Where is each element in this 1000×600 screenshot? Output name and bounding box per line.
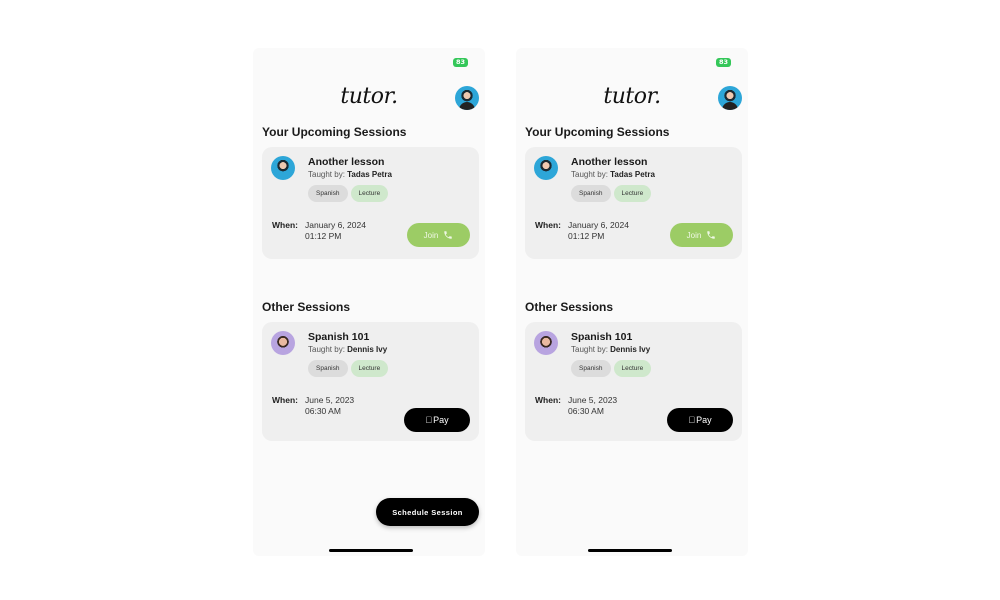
session-title: Another lesson <box>571 156 648 168</box>
other-session-card[interactable]: Spanish 101 Taught by: Dennis Ivy Spanis… <box>262 322 479 441</box>
apple-pay-button[interactable]:  Pay <box>404 408 470 432</box>
taught-by: Taught by: Dennis Ivy <box>308 345 387 354</box>
profile-avatar[interactable] <box>718 86 742 110</box>
join-label: Join <box>423 230 439 240</box>
session-date: June 5, 2023 <box>568 395 618 405</box>
teacher-avatar <box>271 156 295 180</box>
session-time: 06:30 AM <box>568 406 604 416</box>
session-title: Spanish 101 <box>308 331 370 343</box>
session-time: 01:12 PM <box>568 231 605 241</box>
teacher-name: Dennis Ivy <box>610 345 651 354</box>
teacher-avatar <box>271 331 295 355</box>
teacher-name: Tadas Petra <box>610 170 655 179</box>
pay-label: Pay <box>692 415 712 425</box>
taught-by: Taught by: Tadas Petra <box>308 170 392 179</box>
phone-screen-left: 83 tutor. Your Upcoming Sessions Another… <box>253 48 485 556</box>
taught-by: Taught by: Dennis Ivy <box>571 345 650 354</box>
other-sessions-title: Other Sessions <box>525 300 614 314</box>
session-datetime: June 5, 2023 06:30 AM <box>568 395 617 417</box>
session-date: January 6, 2024 <box>568 220 629 230</box>
tag-lecture: Lecture <box>350 185 389 202</box>
apple-pay-button[interactable]:  Pay <box>667 408 733 432</box>
other-session-card[interactable]: Spanish 101 Taught by: Dennis Ivy Spanis… <box>525 322 742 441</box>
tag-list: Spanish Lecture <box>308 185 389 202</box>
session-title: Spanish 101 <box>571 331 633 343</box>
upcoming-session-card[interactable]: Another lesson Taught by: Tadas Petra Sp… <box>525 147 742 259</box>
session-title: Another lesson <box>308 156 385 168</box>
tag-spanish: Spanish <box>571 360 611 377</box>
profile-avatar[interactable] <box>455 86 479 110</box>
phone-icon <box>444 231 453 239</box>
when-label: When: <box>535 395 561 405</box>
tag-lecture: Lecture <box>613 185 652 202</box>
teacher-name: Tadas Petra <box>347 170 392 179</box>
tag-list: Spanish Lecture <box>571 360 652 377</box>
session-datetime: January 6, 2024 01:12 PM <box>568 220 629 242</box>
tag-list: Spanish Lecture <box>308 360 389 377</box>
app-logo: tutor. <box>603 84 661 109</box>
join-button[interactable]: Join <box>407 223 470 247</box>
join-button[interactable]: Join <box>670 223 733 247</box>
session-datetime: January 6, 2024 01:12 PM <box>305 220 366 242</box>
apple-icon:  <box>425 415 432 425</box>
apple-icon:  <box>688 415 695 425</box>
tag-lecture: Lecture <box>350 360 389 377</box>
tag-list: Spanish Lecture <box>571 185 652 202</box>
phone-icon <box>707 231 716 239</box>
session-date: January 6, 2024 <box>305 220 366 230</box>
phone-screen-right: 83 tutor. Your Upcoming Sessions Another… <box>516 48 748 556</box>
when-label: When: <box>272 395 298 405</box>
session-date: June 5, 2023 <box>305 395 355 405</box>
app-logo: tutor. <box>340 84 398 109</box>
schedule-session-button[interactable]: Schedule Session <box>376 498 479 526</box>
taught-by: Taught by: Tadas Petra <box>571 170 655 179</box>
upcoming-sessions-title: Your Upcoming Sessions <box>525 125 670 139</box>
tag-spanish: Spanish <box>571 185 611 202</box>
taught-by-label: Taught by: <box>308 345 348 354</box>
home-indicator[interactable] <box>588 549 672 552</box>
when-label: When: <box>535 220 561 230</box>
session-time: 01:12 PM <box>305 231 342 241</box>
upcoming-session-card[interactable]: Another lesson Taught by: Tadas Petra Sp… <box>262 147 479 259</box>
other-sessions-title: Other Sessions <box>262 300 351 314</box>
when-label: When: <box>272 220 298 230</box>
taught-by-label: Taught by: <box>308 170 348 179</box>
teacher-avatar <box>534 331 558 355</box>
teacher-avatar <box>534 156 558 180</box>
battery-indicator: 83 <box>716 58 731 67</box>
pay-label: Pay <box>429 415 449 425</box>
teacher-name: Dennis Ivy <box>347 345 388 354</box>
tag-spanish: Spanish <box>308 360 348 377</box>
home-indicator[interactable] <box>329 549 413 552</box>
session-time: 06:30 AM <box>305 406 341 416</box>
join-label: Join <box>686 230 702 240</box>
tag-lecture: Lecture <box>613 360 652 377</box>
taught-by-label: Taught by: <box>571 170 611 179</box>
battery-indicator: 83 <box>453 58 468 67</box>
tag-spanish: Spanish <box>308 185 348 202</box>
taught-by-label: Taught by: <box>571 345 611 354</box>
session-datetime: June 5, 2023 06:30 AM <box>305 395 354 417</box>
upcoming-sessions-title: Your Upcoming Sessions <box>262 125 407 139</box>
